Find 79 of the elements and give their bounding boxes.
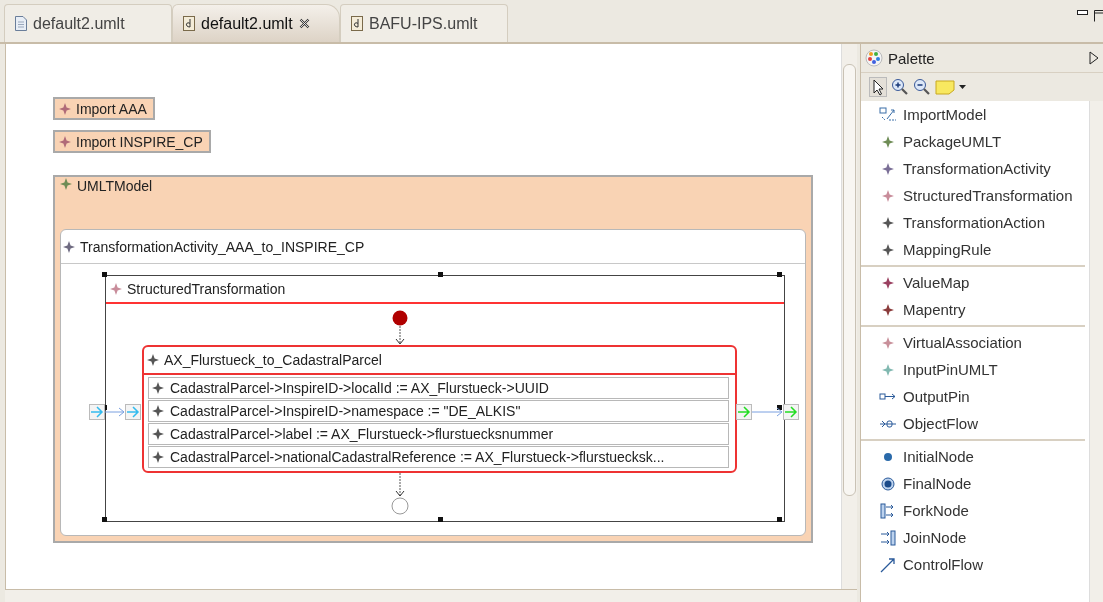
palette-item[interactable]: InputPinUMLT bbox=[861, 356, 1085, 383]
import-node[interactable]: Import AAA bbox=[53, 97, 155, 120]
palette-item[interactable]: ForkNode bbox=[861, 497, 1085, 524]
palette-title: Palette bbox=[888, 49, 936, 67]
zoom-in-icon[interactable] bbox=[891, 78, 909, 96]
palette-item[interactable]: MappingRule bbox=[861, 236, 1085, 263]
import-label: Import INSPIRE_CP bbox=[76, 133, 203, 150]
palette-item[interactable]: TransformationAction bbox=[861, 209, 1085, 236]
vertical-scrollbar[interactable] bbox=[1089, 101, 1103, 602]
minimize-icon[interactable] bbox=[1077, 10, 1088, 16]
join-node-icon bbox=[879, 529, 897, 546]
palette-item[interactable]: FinalNode bbox=[861, 470, 1085, 497]
palette-item[interactable]: ControlFlow bbox=[861, 551, 1085, 578]
object-flow-arrow bbox=[105, 407, 125, 417]
selection-handle[interactable] bbox=[777, 405, 782, 410]
pin-icon bbox=[89, 404, 105, 420]
palette-item[interactable]: StructuredTransformation bbox=[861, 182, 1085, 209]
model-title: UMLTModel bbox=[77, 178, 153, 194]
selection-handle[interactable] bbox=[777, 272, 782, 277]
selection-handle[interactable] bbox=[438, 517, 443, 522]
diamond-icon bbox=[152, 405, 164, 417]
initial-node[interactable] bbox=[392, 310, 408, 326]
palette-item[interactable]: ValueMap bbox=[861, 269, 1085, 296]
palette-item[interactable]: VirtualAssociation bbox=[861, 329, 1085, 356]
palette-item[interactable]: PackageUMLT bbox=[861, 128, 1085, 155]
maximize-icon[interactable] bbox=[1094, 10, 1103, 22]
diagram-file-icon bbox=[183, 16, 195, 31]
diamond-icon bbox=[110, 283, 122, 295]
vertical-scrollbar[interactable] bbox=[841, 44, 857, 589]
final-node[interactable] bbox=[391, 497, 409, 515]
diamond-icon bbox=[59, 102, 71, 115]
palette-icon bbox=[865, 49, 883, 67]
selection-handle[interactable] bbox=[102, 272, 107, 277]
pin-icon bbox=[783, 404, 799, 420]
selection-handle[interactable] bbox=[777, 517, 782, 522]
editor-tab[interactable]: BAFU-IPS.umlt bbox=[340, 4, 508, 42]
final-node-icon bbox=[879, 475, 897, 492]
structured-title: StructuredTransformation bbox=[127, 281, 286, 297]
control-flow-icon bbox=[879, 556, 897, 573]
palette-item[interactable]: JoinNode bbox=[861, 524, 1085, 551]
file-icon bbox=[15, 16, 27, 31]
activity-title: TransformationActivity_AAA_to_INSPIRE_CP bbox=[80, 238, 365, 255]
palette-item[interactable]: TransformationActivity bbox=[861, 155, 1085, 182]
select-tool-icon[interactable] bbox=[869, 77, 887, 97]
horizontal-scrollbar[interactable] bbox=[5, 589, 857, 602]
diamond-icon bbox=[59, 135, 71, 148]
diamond-icon bbox=[147, 354, 159, 366]
diamond-icon bbox=[152, 382, 164, 394]
pin-icon bbox=[125, 404, 141, 420]
control-flow-arrow bbox=[395, 326, 405, 345]
pin-icon bbox=[736, 404, 752, 420]
structured-transformation-node[interactable] bbox=[105, 275, 785, 522]
caret-icon[interactable] bbox=[959, 84, 966, 90]
object-flow-arrow bbox=[752, 407, 783, 417]
palette-item[interactable]: Mapentry bbox=[861, 296, 1085, 323]
import-icon bbox=[879, 106, 897, 123]
import-node[interactable]: Import INSPIRE_CP bbox=[53, 130, 211, 153]
model-node[interactable] bbox=[53, 175, 813, 543]
editor-tab[interactable]: default2.umlt bbox=[172, 4, 340, 42]
selection-handle[interactable] bbox=[102, 517, 107, 522]
diamond-icon bbox=[152, 428, 164, 440]
transformation-action-node[interactable] bbox=[142, 345, 737, 473]
palette-item[interactable]: ObjectFlow bbox=[861, 410, 1085, 437]
import-label: Import AAA bbox=[76, 100, 147, 117]
close-icon[interactable] bbox=[298, 18, 310, 29]
zoom-out-icon[interactable] bbox=[913, 78, 931, 96]
control-flow-arrow bbox=[395, 473, 405, 497]
collapse-icon[interactable] bbox=[1089, 51, 1099, 65]
action-title: AX_Flurstueck_to_CadastralParcel bbox=[164, 352, 382, 368]
diagram-file-icon bbox=[351, 16, 363, 31]
selection-handle[interactable] bbox=[438, 272, 443, 277]
palette-item[interactable]: ImportModel bbox=[861, 101, 1085, 128]
palette-item[interactable]: OutputPin bbox=[861, 383, 1085, 410]
diamond-icon bbox=[63, 240, 75, 253]
diamond-icon bbox=[60, 178, 72, 190]
diamond-icon bbox=[152, 451, 164, 463]
palette-item[interactable]: InitialNode bbox=[861, 443, 1085, 470]
editor-tab[interactable]: default2.umlt bbox=[4, 4, 172, 42]
activity-node[interactable] bbox=[60, 229, 806, 536]
